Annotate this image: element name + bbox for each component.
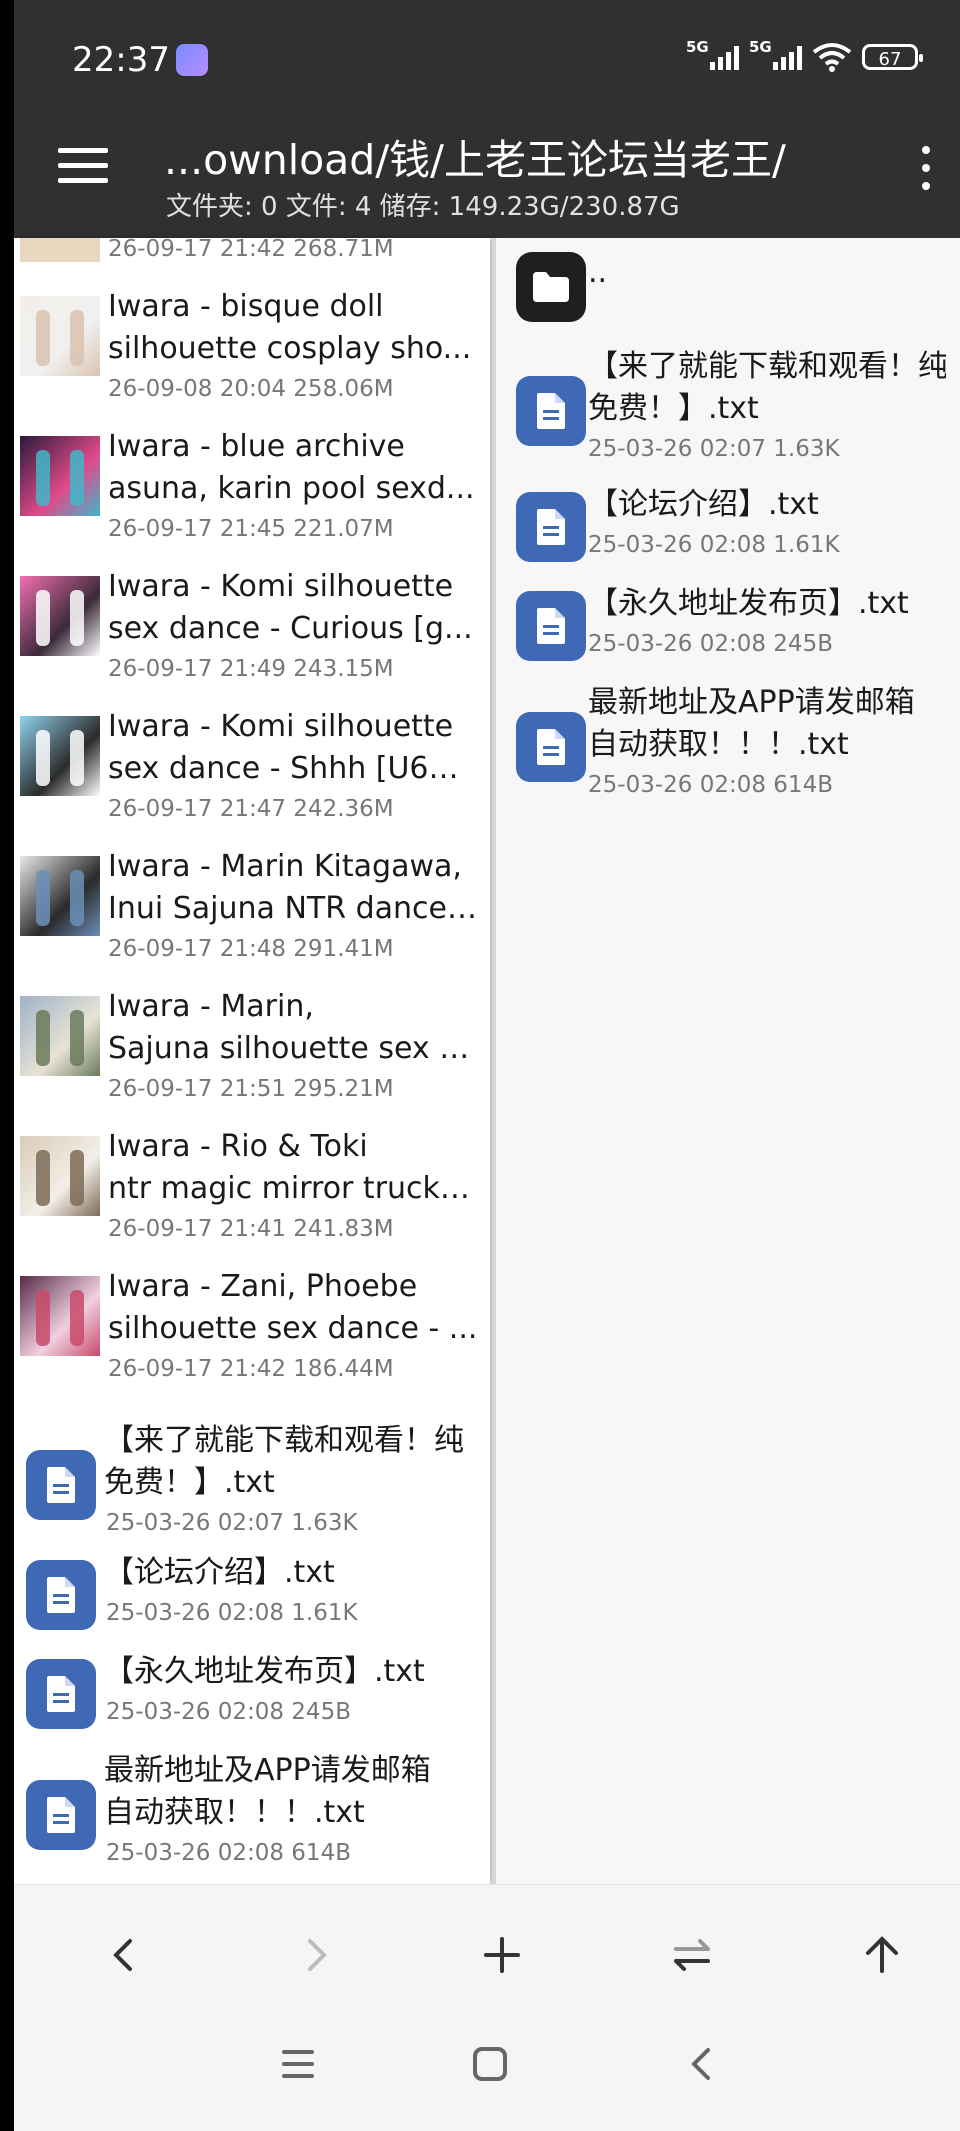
folder-icon (516, 252, 586, 322)
video-list-item[interactable]: Iwara - Rio & Toki ntr magic mirror truck… (14, 1126, 490, 1256)
document-icon (516, 712, 586, 782)
path-title: ...ownload/钱/上老王论坛当老王/ (164, 136, 786, 184)
file-meta: 25-03-26 02:07 1.63K (588, 436, 840, 462)
file-name: 最新地址及APP请发邮箱 自动获取！！！.txt (588, 685, 915, 762)
text-file-item[interactable]: 【论坛介绍】.txt 25-03-26 02:08 1.61K (14, 1552, 490, 1638)
file-meta: 26-09-17 21:42 186.44M (108, 1356, 394, 1382)
file-name: Iwara - Komi silhouette sex dance - Curio… (108, 569, 473, 646)
file-meta: 26-09-08 20:04 258.06M (108, 376, 394, 402)
video-thumbnail (20, 1276, 100, 1356)
file-meta: 26-09-17 21:48 291.41M (108, 936, 394, 962)
file-meta: 25-03-26 02:08 245B (588, 631, 833, 657)
recents-icon[interactable] (268, 2034, 328, 2094)
video-thumbnail (20, 1136, 100, 1216)
text-file-item[interactable]: 【永久地址发布页】.txt 25-03-26 02:08 245B (14, 1651, 490, 1737)
file-meta: 26-09-17 21:47 242.36M (108, 796, 394, 822)
video-thumbnail (20, 296, 100, 376)
video-list-item[interactable]: Iwara - Komi silhouette sex dance - Curio… (14, 566, 490, 696)
file-name: Iwara - blue archive asuna, karin pool se… (108, 429, 475, 506)
video-thumbnail (20, 996, 100, 1076)
file-meta: 26-09-17 21:45 221.07M (108, 516, 394, 542)
document-icon (516, 492, 586, 562)
video-list-item[interactable]: Iwara - Zani, Phoebe silhouette sex dance… (14, 1266, 490, 1396)
signal-1-icon: 5G (686, 38, 739, 70)
file-meta: 25-03-26 02:08 245B (106, 1699, 351, 1725)
gallery-notification-icon (176, 44, 208, 76)
file-meta: 26-09-17 21:51 295.21M (108, 1076, 394, 1102)
left-file-pane[interactable]: 26-09-17 21:42 268.71M Iwara - bisque do… (14, 238, 490, 1884)
battery-icon: 67 (862, 44, 923, 70)
document-icon (26, 1450, 96, 1520)
text-file-item[interactable]: 最新地址及APP请发邮箱 自动获取！！！.txt 25-03-26 02:08 61… (496, 682, 960, 810)
top-bar: 22:37 5G 5G 67 ...ownload/钱/上老王论坛当老王/ 文件… (14, 0, 960, 238)
wifi-icon (812, 43, 852, 72)
text-file-item[interactable]: 【永久地址发布页】.txt 25-03-26 02:08 245B (496, 583, 960, 669)
file-meta: 25-03-26 02:08 614B (106, 1840, 351, 1866)
file-meta: 25-03-26 02:08 614B (588, 772, 833, 798)
video-list-item[interactable]: Iwara - Komi silhouette sex dance - Shhh … (14, 706, 490, 836)
video-thumbnail (20, 576, 100, 656)
text-file-item[interactable]: 【来了就能下载和观看！纯 免费！】.txt 25-03-26 02:07 1.63K (14, 1420, 490, 1548)
file-meta: 25-03-26 02:08 1.61K (588, 532, 840, 558)
file-name: 【永久地址发布页】.txt (588, 586, 909, 621)
home-icon[interactable] (460, 2034, 520, 2094)
file-name: 【来了就能下载和观看！纯 免费！】.txt (104, 1423, 464, 1500)
document-icon (26, 1560, 96, 1630)
video-thumbnail (20, 856, 100, 936)
file-meta: 26-09-17 21:42 268.71M (108, 238, 394, 262)
parent-folder-item[interactable]: .. (496, 252, 960, 322)
list-item-partial[interactable]: 26-09-17 21:42 268.71M (14, 238, 490, 272)
file-meta: 26-09-17 21:41 241.83M (108, 1216, 394, 1242)
file-name: Iwara - Rio & Toki ntr magic mirror truck… (108, 1129, 478, 1206)
file-meta: 25-03-26 02:08 1.61K (106, 1600, 358, 1626)
parent-folder-label: .. (588, 255, 608, 290)
document-icon (26, 1780, 96, 1850)
forward-icon[interactable] (286, 1925, 346, 1985)
system-nav-bar (14, 2024, 960, 2131)
video-thumbnail (20, 716, 100, 796)
more-options-button[interactable] (916, 146, 936, 194)
signal-2-icon: 5G (749, 38, 802, 70)
file-meta: 26-09-17 21:49 243.15M (108, 656, 394, 682)
file-name: Iwara - bisque doll silhouette cosplay sh… (108, 289, 472, 366)
file-name: 最新地址及APP请发邮箱 自动获取！！！.txt (104, 1753, 431, 1830)
bottom-toolbar (14, 1884, 960, 2025)
file-name: Iwara - Komi silhouette sex dance - Shhh … (108, 709, 478, 786)
swap-icon[interactable] (662, 1925, 722, 1985)
video-list-item[interactable]: Iwara - bisque doll silhouette cosplay sh… (14, 286, 490, 416)
back-icon[interactable] (94, 1925, 154, 1985)
add-icon[interactable] (472, 1925, 532, 1985)
file-name: 【永久地址发布页】.txt (104, 1654, 425, 1689)
up-icon[interactable] (852, 1925, 912, 1985)
right-file-pane[interactable]: .. 【来了就能下载和观看！纯 免费！】.txt 25-03-26 02:07 1.… (496, 238, 960, 1884)
video-thumbnail (20, 238, 100, 262)
file-manager-screen: 22:37 5G 5G 67 ...ownload/钱/上老王论坛当老王/ 文件… (14, 0, 960, 2131)
file-name: Iwara - Marin Kitagawa, Inui Sajuna NTR d… (108, 849, 478, 926)
file-name: 【论坛介绍】.txt (104, 1555, 335, 1590)
file-name: Iwara - Zani, Phoebe silhouette sex dance… (108, 1269, 478, 1346)
status-time: 22:37 (72, 40, 170, 80)
video-list-item[interactable]: Iwara - Marin, Sajuna silhouette sex d...… (14, 986, 490, 1116)
file-meta: 25-03-26 02:07 1.63K (106, 1510, 358, 1536)
back-nav-icon[interactable] (672, 2034, 732, 2094)
document-icon (26, 1659, 96, 1729)
video-list-item[interactable]: Iwara - Marin Kitagawa, Inui Sajuna NTR d… (14, 846, 490, 976)
video-list-item[interactable]: Iwara - blue archive asuna, karin pool se… (14, 426, 490, 556)
document-icon (516, 591, 586, 661)
file-name: 【来了就能下载和观看！纯 免费！】.txt (588, 349, 946, 426)
menu-button[interactable] (58, 148, 108, 188)
text-file-item[interactable]: 【来了就能下载和观看！纯 免费！】.txt 25-03-26 02:07 1.63K (496, 346, 960, 474)
text-file-item[interactable]: 最新地址及APP请发邮箱 自动获取！！！.txt 25-03-26 02:08 61… (14, 1750, 490, 1878)
status-indicators: 5G 5G 67 (686, 38, 923, 72)
document-icon (516, 376, 586, 446)
file-name: Iwara - Marin, Sajuna silhouette sex d... (108, 989, 478, 1066)
file-name: 【论坛介绍】.txt (588, 487, 819, 522)
video-thumbnail (20, 436, 100, 516)
text-file-item[interactable]: 【论坛介绍】.txt 25-03-26 02:08 1.61K (496, 484, 960, 570)
storage-info: 文件夹: 0 文件: 4 储存: 149.23G/230.87G (166, 192, 680, 222)
